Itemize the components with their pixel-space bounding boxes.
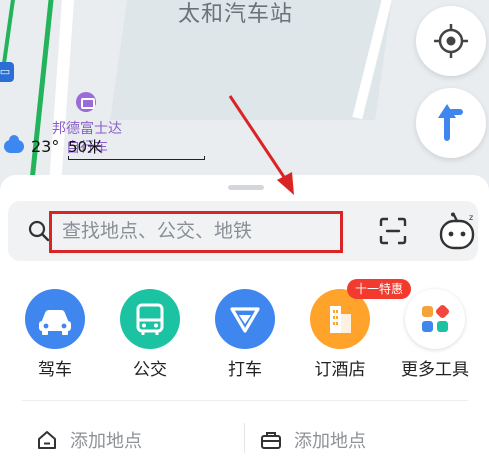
action-hotel[interactable]: 十一特惠 订酒店 [295,279,412,385]
map-scale-bar [68,156,205,160]
map-road [47,0,75,200]
bicycle-shop-icon[interactable] [76,92,96,112]
cloud-icon [4,135,24,153]
assistant-face-icon[interactable]: z [438,211,478,251]
action-bus[interactable]: 公交 [105,289,195,385]
map-scale-label: 50米 [68,138,103,156]
divider [244,423,245,453]
place-label: 添加地点 [294,431,366,452]
action-label: 公交 [133,360,167,380]
svg-text:z: z [469,213,473,222]
action-label: 驾车 [38,360,72,380]
bus-stop-icon[interactable]: ▭ [0,62,14,82]
action-drive[interactable]: 驾车 [10,289,100,385]
map-station-label: 太和汽车站 [178,2,294,27]
home-icon [38,431,56,449]
action-label: 订酒店 [314,360,366,380]
divider [22,400,468,401]
sheet-drag-handle[interactable] [228,185,264,190]
action-more-tools[interactable]: 更多工具 [390,289,480,385]
scan-icon[interactable] [378,216,408,246]
car-icon [25,289,85,349]
map-view[interactable]: 太和汽车站 ▭ 邦德富士达自行车 23° 50米 [0,0,489,200]
route-button[interactable] [416,88,486,158]
briefcase-icon [261,432,281,449]
crosshair-icon [434,24,468,58]
more-tools-icon [405,289,465,349]
annotation-highlight-box [49,211,343,253]
action-taxi[interactable]: 打车 [200,289,290,385]
weather-temperature: 23° [31,137,60,156]
place-label: 添加地点 [70,431,142,452]
search-icon [28,220,50,242]
quick-actions: 驾车 公交 打车 十一特惠 订酒店 更多工具 [0,279,489,389]
bus-icon [120,289,180,349]
locate-button[interactable] [416,6,486,76]
action-label: 更多工具 [401,360,469,380]
route-arrow-icon [438,104,463,141]
action-label: 打车 [228,360,262,380]
taxi-icon [215,289,275,349]
